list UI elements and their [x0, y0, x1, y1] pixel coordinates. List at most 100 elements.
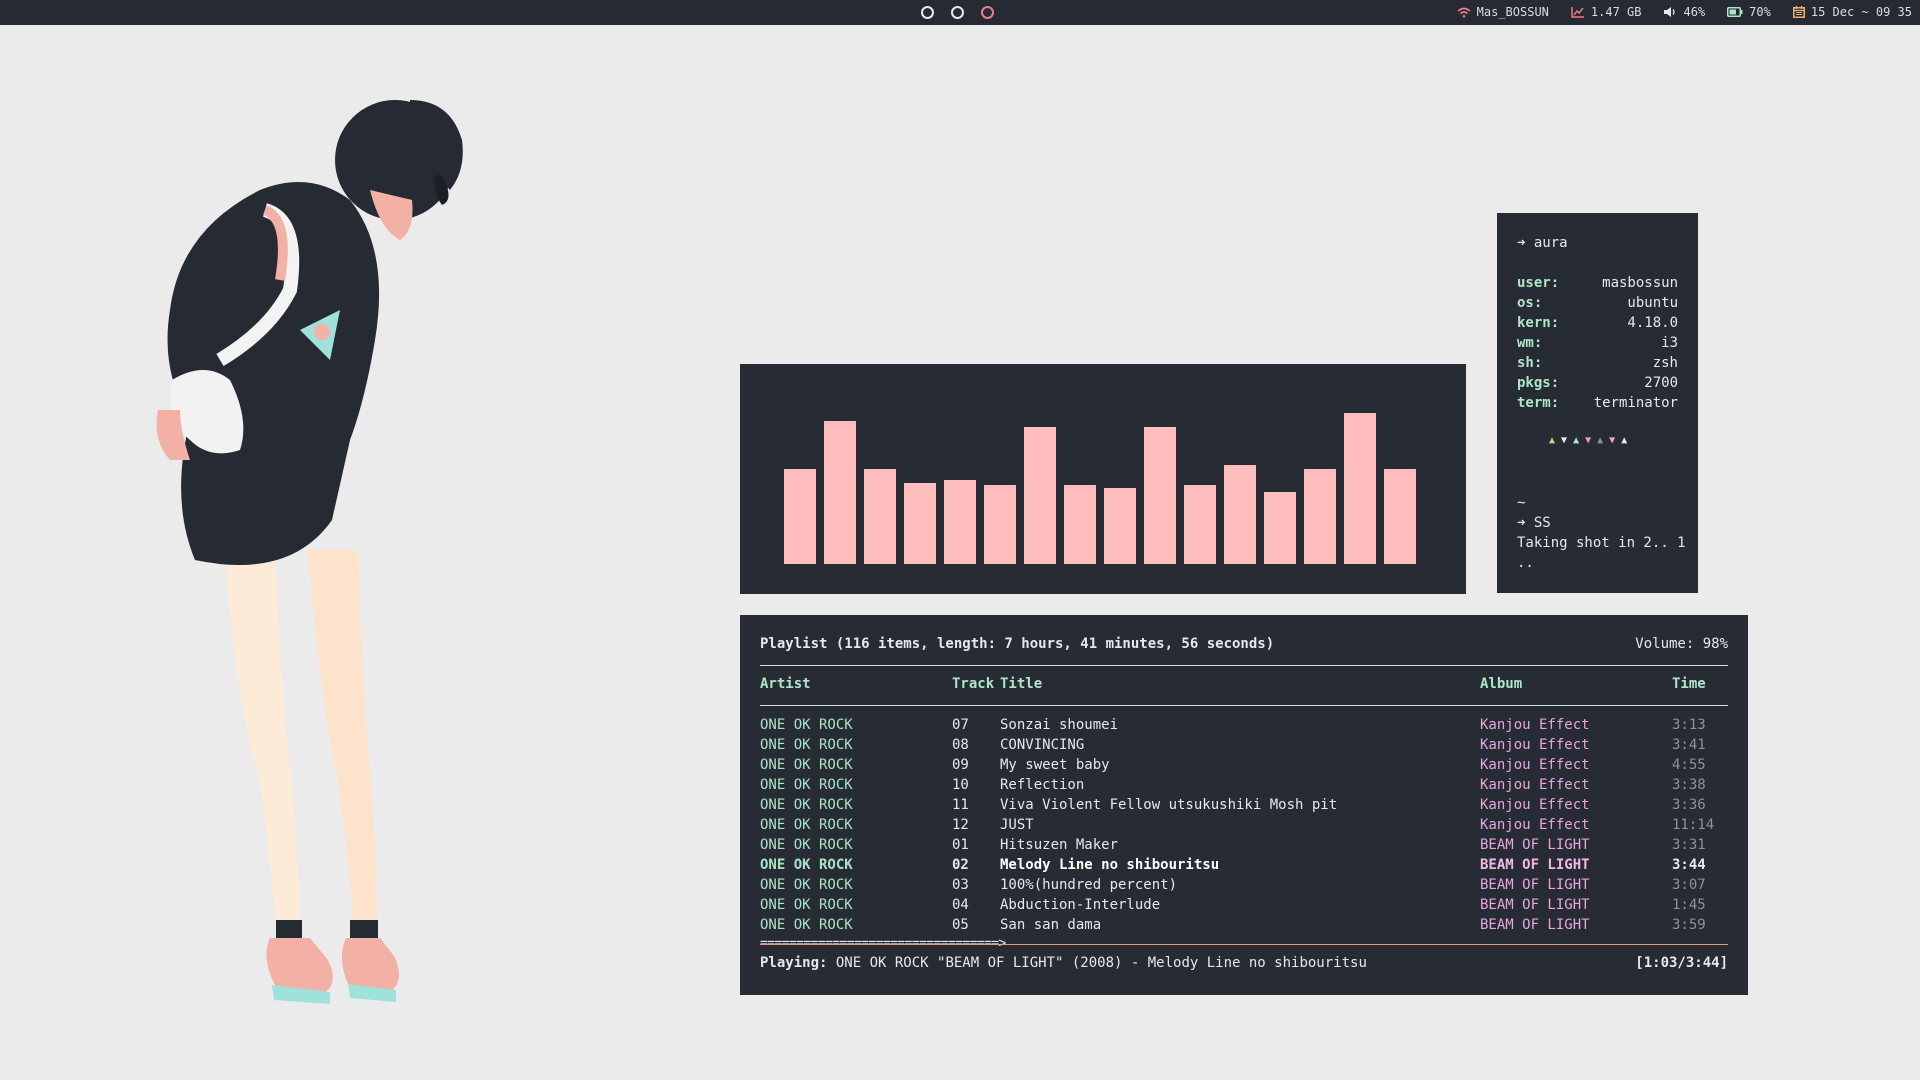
row-title: CONVINCING: [1000, 737, 1085, 753]
calendar-icon: [1792, 6, 1805, 18]
command-line: ➜ SS: [1517, 515, 1551, 531]
memory-status[interactable]: 1.47 GB: [1571, 5, 1642, 19]
columns-divider: [760, 705, 1728, 706]
row-track: 12: [952, 817, 969, 833]
visualizer-bar: [1064, 485, 1096, 564]
row-title: Sonzai shoumei: [1000, 717, 1119, 733]
fetch-row: pkgs: 2700: [1517, 375, 1678, 391]
row-artist: ONE OK ROCK: [760, 757, 853, 773]
column-header-album[interactable]: Album: [1480, 676, 1522, 692]
fetch-key: pkgs:: [1517, 375, 1560, 391]
playlist-row[interactable]: ONE OK ROCK 07 Sonzai shoumei Kanjou Effect…: [760, 717, 1728, 737]
row-title: JUST: [1000, 817, 1034, 833]
fetch-value: ubuntu: [1627, 295, 1678, 311]
fetch-command: aura: [1533, 235, 1568, 251]
row-album: BEAM OF LIGHT: [1480, 917, 1590, 933]
row-album: BEAM OF LIGHT: [1480, 877, 1590, 893]
workspace-1-button[interactable]: [921, 6, 934, 19]
column-header-artist[interactable]: Artist: [760, 676, 811, 692]
now-playing-label: Playing:: [760, 955, 828, 971]
music-player-panel[interactable]: Playlist (116 items, length: 7 hours, 41…: [740, 615, 1748, 995]
playlist-row[interactable]: ONE OK ROCK 11 Viva Violent Fellow utsukus…: [760, 797, 1728, 817]
visualizer-bar: [1304, 469, 1336, 564]
row-track: 09: [952, 757, 969, 773]
visualizer-bar: [1144, 427, 1176, 564]
row-album: Kanjou Effect: [1480, 817, 1590, 833]
battery-icon: [1727, 7, 1743, 17]
fetch-value: 2700: [1644, 375, 1678, 391]
fetch-row: term: terminator: [1517, 395, 1678, 411]
column-header-title[interactable]: Title: [1000, 676, 1042, 692]
playlist-row[interactable]: ONE OK ROCK 09 My sweet baby Kanjou Effect 4…: [760, 757, 1728, 777]
now-playing-text: ONE OK ROCK "BEAM OF LIGHT" (2008) - Mel…: [835, 955, 1367, 971]
column-header-time[interactable]: Time: [1672, 676, 1706, 692]
workspace-3-button[interactable]: [981, 6, 994, 19]
playlist-row[interactable]: ONE OK ROCK 05 San san dama BEAM OF LIGHT 3:…: [760, 917, 1728, 937]
playlist-row[interactable]: ONE OK ROCK 12 JUST Kanjou Effect 11:14: [760, 817, 1728, 837]
row-title: Hitsuzen Maker: [1000, 837, 1119, 853]
playlist-row[interactable]: ONE OK ROCK 10 Reflection Kanjou Effect 3:38: [760, 777, 1728, 797]
triangle-swatch: ▼: [1561, 435, 1568, 446]
visualizer-bar: [1344, 413, 1376, 564]
fetch-key: os:: [1517, 295, 1543, 311]
row-track: 07: [952, 717, 969, 733]
playlist-row[interactable]: ONE OK ROCK 03 100%(hundred percent) BEAM O…: [760, 877, 1728, 897]
row-album: BEAM OF LIGHT: [1480, 837, 1590, 853]
wifi-icon: [1457, 7, 1471, 18]
fetch-row: sh: zsh: [1517, 355, 1678, 371]
typed-command: SS: [1533, 515, 1551, 531]
row-track: 01: [952, 837, 969, 853]
playlist-row[interactable]: ONE OK ROCK 08 CONVINCING Kanjou Effect 3:41: [760, 737, 1728, 757]
triangle-swatch: ▲: [1597, 435, 1604, 446]
triangle-swatch: ▲: [1621, 435, 1628, 446]
battery-level: 70%: [1749, 5, 1771, 19]
row-track: 08: [952, 737, 969, 753]
row-title: Melody Line no shibouritsu: [1000, 857, 1220, 873]
row-artist: ONE OK ROCK: [760, 717, 853, 733]
row-track: 05: [952, 917, 969, 933]
volume-status[interactable]: 46%: [1663, 5, 1705, 19]
row-title: San san dama: [1000, 917, 1102, 933]
date-time: 15 Dec ~ 09 35: [1810, 5, 1912, 19]
row-artist: ONE OK ROCK: [760, 777, 853, 793]
datetime-status[interactable]: 15 Dec ~ 09 35: [1792, 5, 1912, 19]
row-album: BEAM OF LIGHT: [1480, 857, 1590, 873]
volume-readout[interactable]: Volume: 98%: [1635, 636, 1728, 652]
fetch-value: masbossun: [1602, 275, 1678, 291]
row-album: Kanjou Effect: [1480, 717, 1590, 733]
fetch-terminal[interactable]: ➜ aura user: masbossun os: ubuntu kern: 4.18.…: [1497, 213, 1698, 593]
progress-track[interactable]: [760, 944, 1728, 945]
playlist-header: Playlist (116 items, length: 7 hours, 41…: [760, 636, 1275, 652]
column-header-track[interactable]: Track: [952, 676, 994, 692]
playlist-row[interactable]: ONE OK ROCK 04 Abduction-Interlude BEAM OF …: [760, 897, 1728, 917]
fetch-value: terminator: [1593, 395, 1678, 411]
fetch-prompt: ➜ aura: [1517, 235, 1568, 251]
row-title: Reflection: [1000, 777, 1085, 793]
wifi-status[interactable]: Mas_BOSSUN: [1457, 5, 1549, 19]
playlist-row[interactable]: ONE OK ROCK 01 Hitsuzen Maker BEAM OF LIGHT…: [760, 837, 1728, 857]
row-time: 1:45: [1672, 897, 1706, 913]
row-album: Kanjou Effect: [1480, 777, 1590, 793]
playlist-row-current[interactable]: ONE OK ROCK 02 Melody Line no shibouritsu B…: [760, 857, 1728, 877]
prompt-arrow-icon: ➜: [1517, 515, 1526, 531]
row-track: 10: [952, 777, 969, 793]
wifi-ssid: Mas_BOSSUN: [1476, 5, 1549, 19]
row-time: 11:14: [1672, 817, 1715, 833]
row-time: 3:13: [1672, 717, 1706, 733]
triangle-swatch: ▲: [1549, 435, 1556, 446]
workspace-2-button[interactable]: [951, 6, 964, 19]
elapsed-time: [1:03/3:44]: [1635, 955, 1728, 971]
row-artist: ONE OK ROCK: [760, 877, 853, 893]
audio-visualizer-panel: [740, 364, 1466, 594]
fetch-row: wm: i3: [1517, 335, 1678, 351]
fetch-value: 4.18.0: [1627, 315, 1678, 331]
row-time: 3:07: [1672, 877, 1706, 893]
memory-usage: 1.47 GB: [1590, 5, 1642, 19]
row-title: Abduction-Interlude: [1000, 897, 1161, 913]
row-time: 3:36: [1672, 797, 1706, 813]
battery-status[interactable]: 70%: [1727, 5, 1771, 19]
wallpaper-girl-illustration: [156, 100, 463, 1004]
header-divider: [760, 665, 1728, 666]
command-output: Taking shot in 2.. 1: [1517, 535, 1686, 551]
visualizer-bar: [904, 483, 936, 564]
